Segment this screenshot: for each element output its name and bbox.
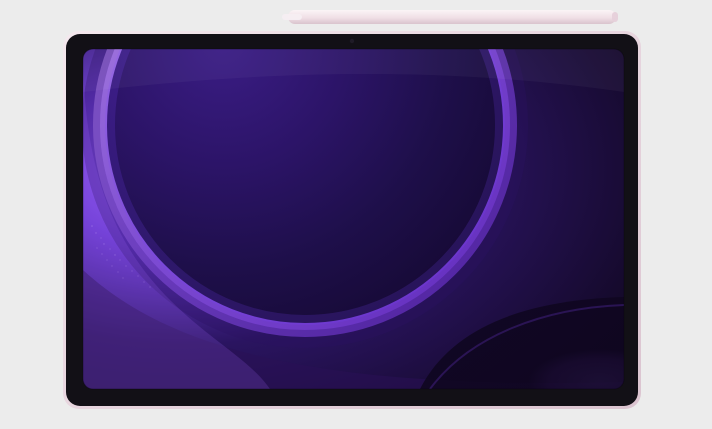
tablet-screen	[83, 49, 624, 389]
camera-icon	[349, 38, 355, 44]
product-stage	[0, 0, 712, 429]
tablet-product-illustration	[63, 10, 641, 409]
stylus-icon	[282, 10, 618, 24]
